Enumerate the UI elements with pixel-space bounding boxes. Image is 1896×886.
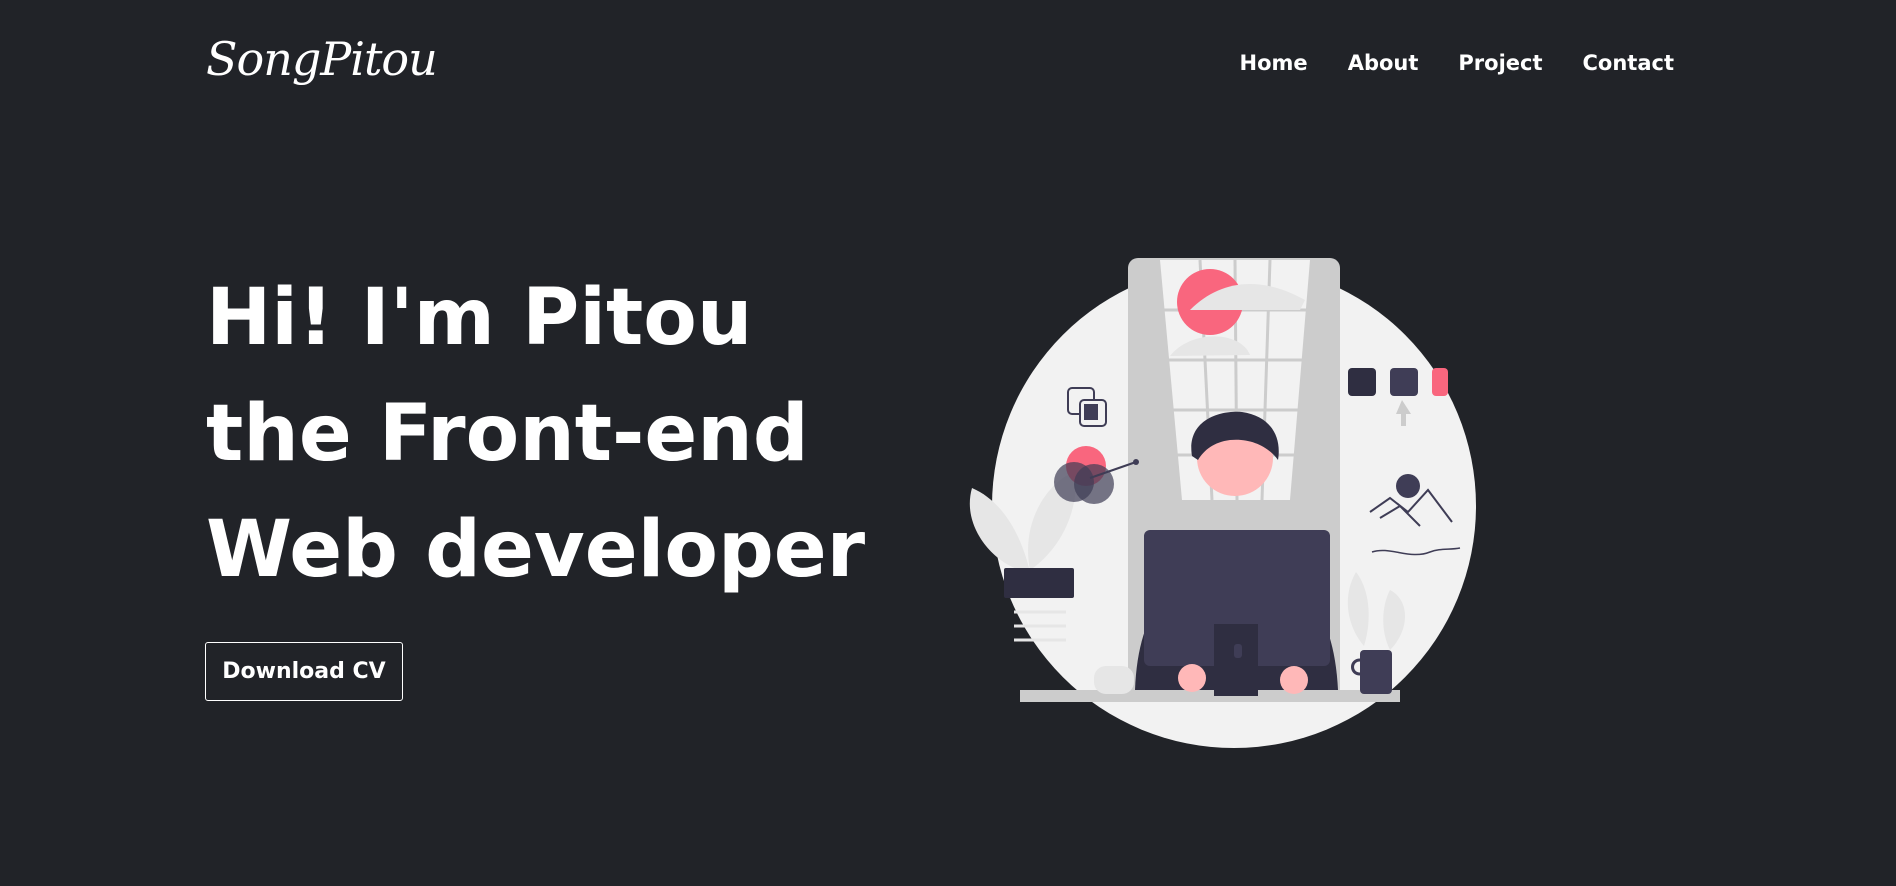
hero-heading-line-2: the Front-end [206, 389, 809, 479]
mountain-sun [1396, 474, 1420, 498]
venn-pointer-dot [1133, 459, 1139, 465]
right-hand [1280, 666, 1308, 694]
desk-surface [1020, 690, 1400, 702]
nav-home-link[interactable]: Home [1240, 48, 1308, 78]
laptop-stand [1214, 624, 1258, 696]
float-square-fill [1084, 404, 1098, 420]
logo[interactable]: SongPitou [206, 28, 438, 104]
nav-contact-link[interactable]: Contact [1583, 48, 1675, 78]
right-box-1 [1348, 368, 1376, 396]
logo-text: SongPitou [206, 32, 438, 86]
coffee-mug [1360, 650, 1392, 694]
small-laptop [1004, 568, 1074, 598]
hero-heading: Hi! I'm Pitou the Front-end Web develope… [206, 260, 906, 608]
download-cv-button[interactable]: Download CV [205, 642, 403, 701]
hero-heading-line-3: Web developer [206, 505, 866, 595]
main-nav: Home About Project Contact [1240, 48, 1674, 78]
desk-item [1094, 666, 1134, 694]
left-hand [1178, 664, 1206, 692]
right-box-2 [1390, 368, 1418, 396]
laptop-logo [1234, 644, 1242, 658]
right-box-3 [1432, 368, 1448, 396]
nav-project-link[interactable]: Project [1458, 48, 1542, 78]
developer-at-desk-illustration [969, 258, 1476, 748]
venn-circle-2 [1074, 464, 1114, 504]
hero-heading-line-1: Hi! I'm Pitou [206, 273, 753, 363]
nav-about-link[interactable]: About [1348, 48, 1419, 78]
